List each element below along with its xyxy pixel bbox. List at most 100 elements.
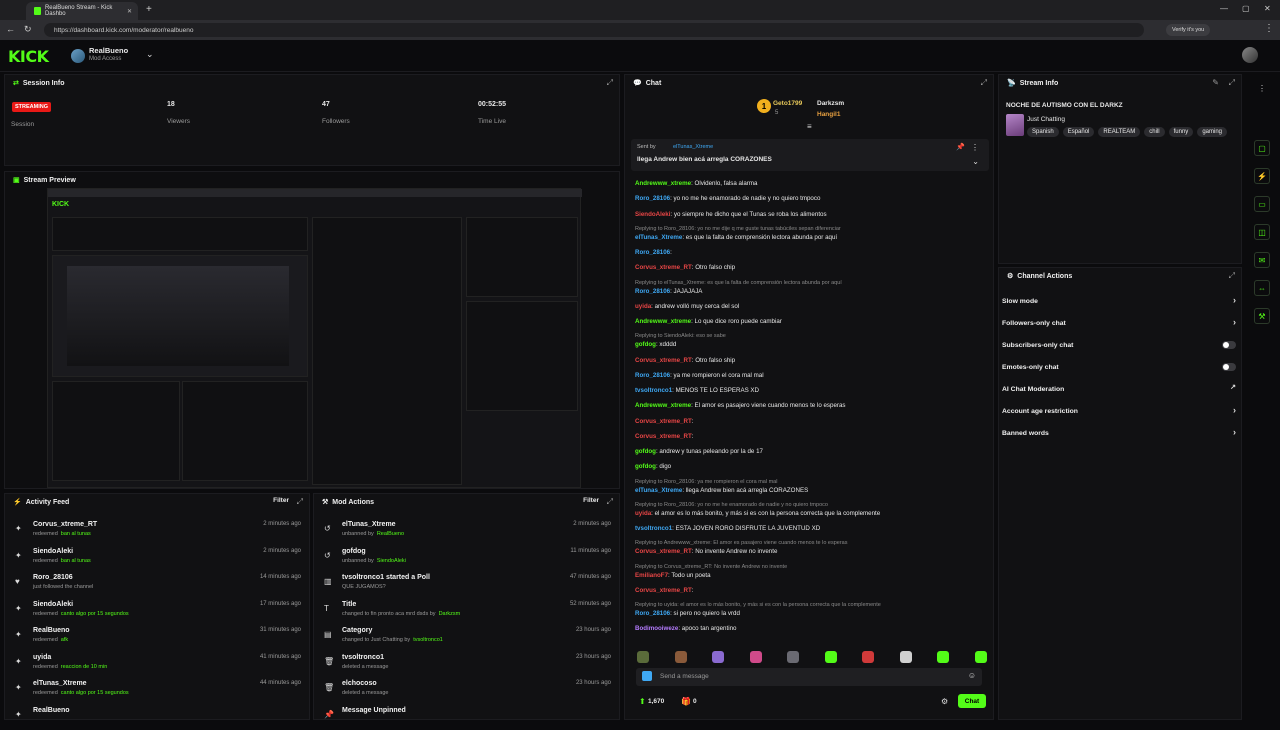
chat-message[interactable]: Roro_28106: JAJAJAJA	[635, 288, 990, 295]
activity-filter-button[interactable]: Filter	[273, 497, 289, 504]
chat-username[interactable]: uyida	[635, 510, 651, 517]
mod-action-by[interactable]: Darkzsm	[439, 611, 461, 617]
chat-expand-icon[interactable]: ⤢	[981, 78, 987, 88]
browser-tab[interactable]: RealBueno Stream - Kick Dashbo ✕	[26, 2, 138, 20]
chat-message[interactable]: Bodimooiweze: apoco tan argentino	[635, 625, 990, 632]
sidebar-settings-icon[interactable]: ⋮	[1254, 80, 1270, 96]
emote-icon[interactable]	[862, 651, 874, 663]
chat-input[interactable]: Send a message ☺	[636, 668, 982, 686]
chat-message[interactable]: tvsoltronco1: ESTA JOVEN RORO DISFRUTE L…	[635, 525, 990, 532]
channel-action-item[interactable]: AI Chat Moderation ↗	[1002, 378, 1238, 400]
chat-username[interactable]: Andrewww_xtreme	[635, 318, 691, 325]
sidebar-link-icon[interactable]: ⇔	[1254, 280, 1270, 296]
stream-tag[interactable]: Español	[1062, 127, 1095, 137]
sidebar-stream-icon[interactable]: ⚡	[1254, 168, 1270, 184]
channel-action-item[interactable]: Subscribers-only chat	[1002, 334, 1238, 356]
channel-action-item[interactable]: Slow mode ›	[1002, 290, 1238, 312]
emote-icon[interactable]	[749, 651, 762, 663]
mod-action-item[interactable]: 📌 Message Unpinned	[314, 704, 619, 730]
mod-action-item[interactable]: ↺ gofdog unbanned by SiendoAleki 11 minutes …	[314, 545, 619, 571]
close-tab-icon[interactable]: ✕	[127, 8, 132, 15]
activity-user[interactable]: RealBueno	[33, 707, 70, 714]
unpin-icon[interactable]: 📌	[956, 143, 965, 151]
chat-identity-icon[interactable]	[642, 671, 652, 681]
emote-icon[interactable]	[787, 651, 799, 663]
chat-message[interactable]: Andrewww_xtreme: El amor es pasajero vie…	[635, 402, 990, 409]
mod-action-item[interactable]: 🗑 elchocoso deleted a message 23 hours ago	[314, 677, 619, 703]
mod-action-by[interactable]: tvsoltronco1	[413, 637, 443, 643]
activity-user[interactable]: RealBueno	[33, 627, 70, 634]
reload-icon[interactable]: ↻	[24, 24, 32, 35]
channel-action-item[interactable]: Account age restriction ›	[1002, 400, 1238, 422]
sidebar-home-icon[interactable]: ▢	[1254, 140, 1270, 156]
chat-username[interactable]: gofdog	[635, 448, 656, 455]
chat-username[interactable]: EmilianoF7	[635, 572, 668, 579]
chat-message[interactable]: uyida: andrew volló muy cerca del sol	[635, 303, 990, 310]
chat-username[interactable]: elTunas_Xtreme	[635, 487, 682, 494]
chat-message[interactable]: gofdog: andrew y tunas peleando por la d…	[635, 448, 990, 455]
stream-info-expand-icon[interactable]: ⤢	[1229, 78, 1235, 88]
chat-message[interactable]: Corvus_xtreme_RT: Otro falso ship	[635, 357, 990, 364]
chat-message[interactable]: Corvus_xtreme_RT:	[635, 587, 990, 594]
channel-actions-expand-icon[interactable]: ⤢	[1229, 271, 1235, 281]
chat-username[interactable]: Corvus_xtreme_RT	[635, 357, 692, 364]
new-tab-icon[interactable]: +	[146, 4, 152, 15]
mod-action-item[interactable]: ▤ Category changed to Just Chatting by tvso…	[314, 624, 619, 650]
emote-icon[interactable]	[637, 651, 649, 663]
url-input[interactable]: https://dashboard.kick.com/moderator/rea…	[44, 23, 1144, 37]
mod-action-item[interactable]: ↺ elTunas_Xtreme unbanned by RealBueno 2 min…	[314, 518, 619, 544]
maximize-icon[interactable]: ▢	[1242, 4, 1250, 13]
activity-user[interactable]: SiendoAleki	[33, 548, 73, 555]
toggle-switch[interactable]	[1222, 341, 1236, 349]
sidebar-chat-icon[interactable]: ✉	[1254, 252, 1270, 268]
emote-icon[interactable]	[899, 651, 912, 663]
pinned-collapse-icon[interactable]: ⌄	[972, 157, 979, 166]
channel-switch-chevron-icon[interactable]: ⌄	[146, 49, 154, 60]
chat-username[interactable]: Corvus_xtreme_RT	[635, 418, 692, 425]
chat-username[interactable]: Corvus_xtreme_RT	[635, 433, 692, 440]
emote-icon[interactable]	[674, 651, 687, 663]
activity-user[interactable]: SiendoAleki	[33, 601, 73, 608]
chat-filter-icon[interactable]: ≡	[807, 122, 812, 131]
minimize-icon[interactable]: —	[1220, 4, 1228, 13]
mod-action-by[interactable]: SiendoAleki	[377, 558, 406, 564]
emote-icon[interactable]	[712, 651, 724, 663]
chat-username[interactable]: Roro_28106	[635, 288, 670, 295]
chat-username[interactable]: Roro_28106	[635, 372, 670, 379]
chat-username[interactable]: Roro_28106	[635, 610, 670, 617]
mod-action-item[interactable]: 🗑 tvsoltronco1 deleted a message 23 hours a…	[314, 651, 619, 677]
category-name[interactable]: Just Chatting	[1027, 116, 1065, 123]
chat-username[interactable]: tvsoltronco1	[635, 525, 672, 532]
chat-username[interactable]: Corvus_xtreme_RT	[635, 548, 692, 555]
chat-message[interactable]: Corvus_xtreme_RT: Otro falso chip	[635, 264, 990, 271]
pinned-menu-icon[interactable]: ⋮	[971, 143, 979, 152]
user-avatar[interactable]	[1242, 47, 1258, 63]
activity-item[interactable]: ✦ SiendoAleki redeemed ban al tunas 2 minute…	[5, 545, 309, 571]
stream-tag[interactable]: funny	[1168, 127, 1194, 137]
chat-message[interactable]: Corvus_xtreme_RT:	[635, 433, 990, 440]
pinned-user[interactable]: elTunas_Xtreme	[673, 144, 713, 150]
emoji-picker-icon[interactable]: ☺	[968, 671, 976, 680]
mod-filter-button[interactable]: Filter	[583, 497, 599, 504]
chat-message[interactable]: Roro_28106: ya me rompieron el cora mal …	[635, 372, 990, 379]
channel-action-item[interactable]: Banned words ›	[1002, 422, 1238, 444]
chat-message[interactable]: Roro_28106: yo no me he enamorado de nad…	[635, 195, 990, 202]
chat-message[interactable]: gofdog: digo	[635, 463, 990, 470]
activity-item[interactable]: ✦ RealBueno redeemed afk 31 minutes ago	[5, 624, 309, 650]
chat-message[interactable]: Andrewww_xtreme: Olvidenlo, falsa alarma	[635, 180, 990, 187]
chat-username[interactable]: uyida	[635, 303, 651, 310]
chat-username[interactable]: Bodimooiweze	[635, 625, 678, 632]
mod-action-item[interactable]: ▥ tvsoltronco1 started a Poll QUE JUGAMOS?…	[314, 571, 619, 597]
chat-username[interactable]: Andrewww_xtreme	[635, 180, 691, 187]
chat-settings-icon[interactable]: ⚙	[941, 697, 948, 706]
chat-message[interactable]: Roro_28106:	[635, 249, 990, 256]
chat-message[interactable]: Roro_28106: si pero no quiero la vrdd	[635, 610, 990, 617]
emote-icon[interactable]	[974, 651, 987, 663]
emote-icon[interactable]	[937, 651, 949, 663]
chat-send-button[interactable]: Chat	[958, 694, 986, 708]
activity-item[interactable]: ✦ uyida redeemed reaccion de 10 min 41 minut…	[5, 651, 309, 677]
chat-message[interactable]: elTunas_Xtreme: es que la falta de compr…	[635, 234, 990, 241]
chat-username[interactable]: Andrewww_xtreme	[635, 402, 691, 409]
chat-message[interactable]: Corvus_xtreme_RT: No invente Andrew no i…	[635, 548, 990, 555]
activity-item[interactable]: ♥ Roro_28106 just followed the channel 14 m…	[5, 571, 309, 597]
